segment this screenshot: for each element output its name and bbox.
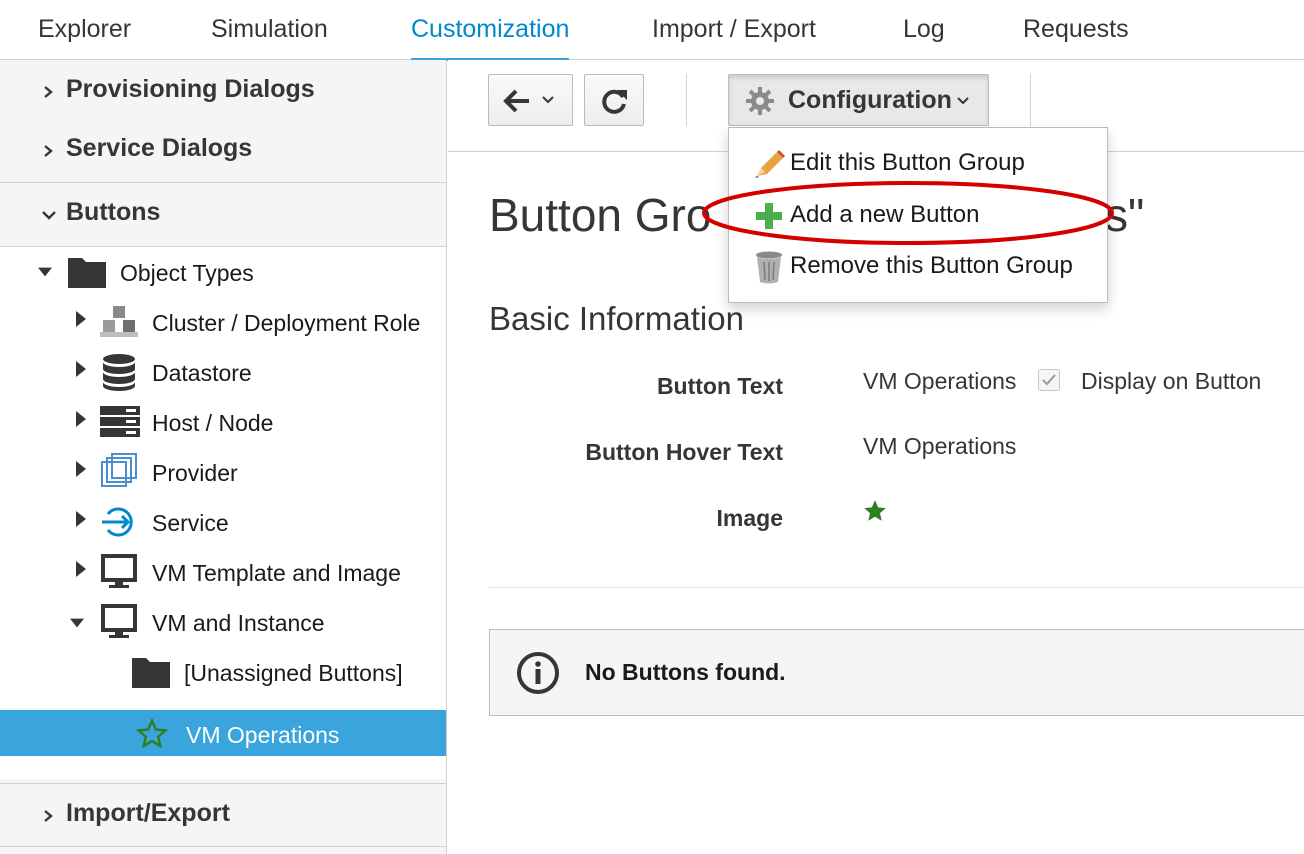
accordion-label: Buttons xyxy=(66,198,161,226)
trash-icon xyxy=(756,251,782,284)
tree-node-label: VM Operations xyxy=(186,722,340,748)
menu-item-add-new-button[interactable]: Add a new Button xyxy=(729,190,1107,240)
tree-node-service[interactable]: Service xyxy=(0,497,446,547)
tree-node-label: VM Template and Image xyxy=(152,560,401,586)
accordion-buttons[interactable]: Buttons xyxy=(0,183,446,247)
tree-node-cluster[interactable]: Cluster / Deployment Role xyxy=(0,297,446,347)
section-title-basic-information: Basic Information xyxy=(489,300,744,337)
tab-log[interactable]: Log xyxy=(903,0,945,60)
checkmark-icon xyxy=(1042,374,1056,386)
tree-node-label: Service xyxy=(152,510,229,536)
plus-icon xyxy=(756,203,782,229)
menu-item-label: Edit this Button Group xyxy=(790,149,1025,176)
configuration-button[interactable]: Configuration xyxy=(728,74,989,126)
tree-collapsed-icon[interactable] xyxy=(74,411,88,427)
field-label-button-text: Button Text xyxy=(656,373,783,399)
tree-expanded-icon[interactable] xyxy=(70,615,84,631)
menu-item-remove-button-group[interactable]: Remove this Button Group xyxy=(729,241,1107,291)
info-alert: No Buttons found. xyxy=(489,629,1304,716)
field-label-image: Image xyxy=(716,505,783,531)
tree-node-host[interactable]: Host / Node xyxy=(0,397,446,447)
tree-node-label: Provider xyxy=(152,460,238,486)
tree-node-label: [Unassigned Buttons] xyxy=(184,660,403,686)
menu-item-edit-button-group[interactable]: Edit this Button Group xyxy=(729,138,1107,188)
tree-node-vm-operations[interactable]: VM Operations xyxy=(0,710,446,756)
tree-node-label: Object Types xyxy=(120,260,254,286)
back-button[interactable] xyxy=(488,74,573,126)
tree-node-label: VM and Instance xyxy=(152,610,325,636)
accordion-import-export[interactable]: Import/Export xyxy=(0,783,446,847)
service-icon xyxy=(102,507,133,537)
toolbar-separator xyxy=(686,74,687,126)
chevron-down-icon xyxy=(42,211,56,220)
star-icon xyxy=(136,718,168,749)
menu-item-label: Add a new Button xyxy=(790,201,980,228)
star-icon xyxy=(864,500,886,521)
chevron-right-icon xyxy=(44,810,53,822)
accordion-provisioning-dialogs[interactable]: Provisioning Dialogs xyxy=(0,60,446,124)
host-icon xyxy=(100,406,140,437)
cluster-icon xyxy=(100,306,138,337)
monitor-icon xyxy=(101,554,137,588)
reload-button[interactable] xyxy=(584,74,644,126)
accordion-label: Provisioning Dialogs xyxy=(66,75,315,103)
tree-collapsed-icon[interactable] xyxy=(74,361,88,377)
chevron-down-icon xyxy=(542,96,554,104)
datastore-icon xyxy=(103,354,135,391)
sidebar: Provisioning Dialogs Service Dialogs But… xyxy=(0,60,447,854)
top-navigation: Explorer Simulation Customization Import… xyxy=(0,0,1304,61)
tree-node-label: Host / Node xyxy=(152,410,274,436)
display-on-button-checkbox[interactable] xyxy=(1038,369,1060,391)
tree-node-label: Cluster / Deployment Role xyxy=(152,310,421,336)
folder-icon xyxy=(132,658,170,688)
toolbar-separator xyxy=(1030,74,1031,126)
tab-import-export[interactable]: Import / Export xyxy=(652,0,816,60)
field-value-button-hover-text: VM Operations xyxy=(863,433,1017,459)
tree-collapsed-icon[interactable] xyxy=(74,461,88,477)
tree-node-vm-template[interactable]: VM Template and Image xyxy=(0,547,446,597)
alert-text: No Buttons found. xyxy=(585,659,786,685)
tab-customization[interactable]: Customization xyxy=(411,0,570,61)
tree-collapsed-icon[interactable] xyxy=(74,311,88,327)
accordion-label: Import/Export xyxy=(66,799,230,827)
configuration-menu: Edit this Button Group Add a new Button … xyxy=(728,127,1108,303)
monitor-icon xyxy=(101,604,137,638)
tree-node-label: Datastore xyxy=(152,360,252,386)
tree-collapsed-icon[interactable] xyxy=(74,561,88,577)
tree-expanded-icon[interactable] xyxy=(38,264,52,280)
section-divider xyxy=(489,587,1304,588)
chevron-right-icon xyxy=(44,145,53,157)
accordion-label: Service Dialogs xyxy=(66,134,253,162)
configuration-label: Configuration xyxy=(788,86,952,114)
display-on-button-label: Display on Button xyxy=(1081,368,1262,394)
tree-node-vm-and-instance[interactable]: VM and Instance xyxy=(0,597,446,647)
page-title: Button Gro xyxy=(489,189,712,241)
tree-node-object-types[interactable]: Object Types xyxy=(0,247,446,297)
field-value-button-text: VM Operations xyxy=(863,368,1017,394)
field-label-button-hover-text: Button Hover Text xyxy=(585,439,783,465)
tree-node-provider[interactable]: Provider xyxy=(0,447,446,497)
tab-requests[interactable]: Requests xyxy=(1023,0,1129,60)
provider-icon xyxy=(101,453,137,487)
gear-icon xyxy=(746,87,774,115)
page-title-tail: s" xyxy=(1105,189,1145,241)
arrow-left-icon xyxy=(503,89,529,113)
chevron-right-icon xyxy=(44,86,53,98)
info-icon xyxy=(517,652,559,694)
button-tree: Object Types Cluster / Deployment Role D… xyxy=(0,247,446,779)
chevron-down-icon xyxy=(957,97,969,105)
tab-explorer[interactable]: Explorer xyxy=(38,0,131,60)
refresh-icon xyxy=(602,89,627,114)
tree-node-unassigned-buttons[interactable]: [Unassigned Buttons] xyxy=(0,647,446,697)
pencil-icon xyxy=(755,150,785,178)
tree-node-datastore[interactable]: Datastore xyxy=(0,347,446,397)
folder-icon xyxy=(68,258,106,288)
accordion-service-dialogs[interactable]: Service Dialogs xyxy=(0,119,446,183)
menu-item-label: Remove this Button Group xyxy=(790,252,1073,279)
tab-simulation[interactable]: Simulation xyxy=(211,0,328,60)
tree-collapsed-icon[interactable] xyxy=(74,511,88,527)
